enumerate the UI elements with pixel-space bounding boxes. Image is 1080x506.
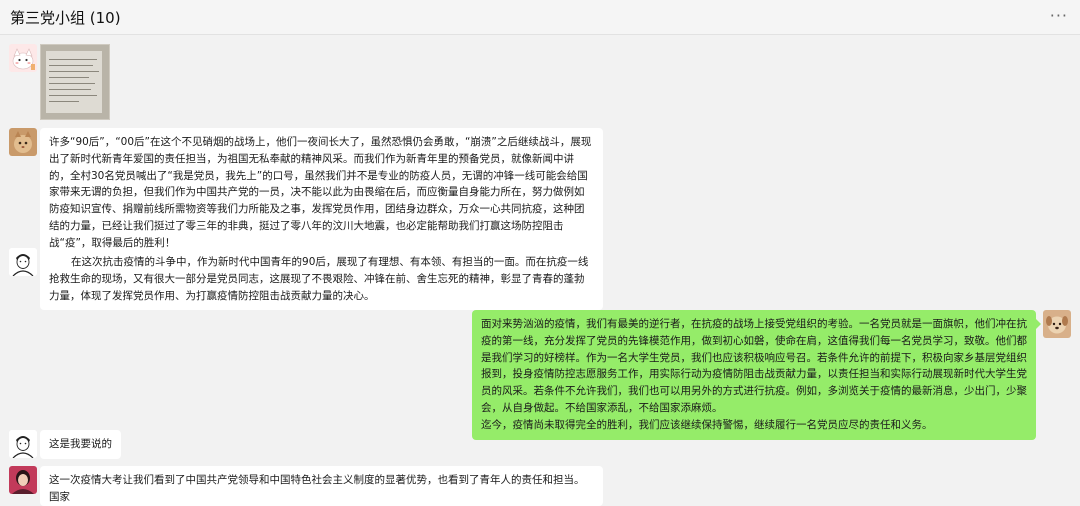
message-bubble-mine[interactable]: 面对来势汹汹的疫情，我们有最美的逆行者，在抗疫的战场上接受党组织的考验。一名党员… (472, 310, 1036, 440)
avatar[interactable] (9, 44, 37, 72)
dog-photo-avatar-icon (1043, 310, 1071, 338)
photo-text-line (49, 89, 91, 90)
cat-photo-avatar-icon (9, 128, 37, 156)
avatar[interactable] (9, 466, 37, 494)
photo-text-line (49, 65, 93, 66)
cat-cartoon-avatar-icon (9, 44, 37, 72)
message-text: 面对来势汹汹的疫情，我们有最美的逆行者，在抗疫的战场上接受党组织的考验。一名党员… (481, 318, 1027, 414)
avatar[interactable] (1043, 310, 1071, 338)
bubble-tail (1036, 319, 1041, 329)
more-options-icon[interactable]: ··· (1050, 6, 1068, 25)
photo-text-line (49, 95, 97, 96)
avatar[interactable] (9, 248, 37, 276)
message-text: 许多“90后”，“00后”在这个不见硝烟的战场上，他们一夜间长大了，虽然恐惧仍会… (49, 136, 592, 249)
sketch-portrait-avatar-icon (9, 248, 37, 276)
photo-text-line (49, 83, 95, 84)
message-bubble[interactable]: 这一次疫情大考让我们看到了中国共产党领导和中国特色社会主义制度的显著优势，也看到… (40, 466, 603, 506)
photo-text-line (49, 101, 79, 102)
message-bubble[interactable]: 在这次抗击疫情的斗争中，作为新时代中国青年的90后，展现了有理想、有本领、有担当… (40, 248, 603, 311)
photo-paper (46, 51, 102, 113)
message-bubble[interactable]: 许多“90后”，“00后”在这个不见硝烟的战场上，他们一夜间长大了，虽然恐惧仍会… (40, 128, 603, 258)
sketch-portrait-avatar-icon (9, 430, 37, 458)
message-text: 迄今，疫情尚未取得完全的胜利，我们应该继续保持警惕，继续履行一名党员应尽的责任和… (481, 418, 933, 431)
avatar[interactable] (9, 430, 37, 458)
photo-text-line (49, 71, 99, 72)
scrollbar[interactable] (1072, 34, 1080, 499)
message-bubble[interactable]: 这是我要说的 (40, 430, 121, 459)
avatar[interactable] (9, 128, 37, 156)
photo-text-line (49, 77, 89, 78)
handwritten-note-photo[interactable] (40, 44, 110, 120)
woman-photo-avatar-icon (9, 466, 37, 494)
message-text: 这是我要说的 (49, 438, 112, 450)
message-text: 在这次抗击疫情的斗争中，作为新时代中国青年的90后，展现了有理想、有本领、有担当… (49, 256, 589, 302)
chat-title: 第三党小组 (10) (10, 9, 121, 27)
photo-text-line (49, 59, 97, 60)
chat-header: 第三党小组 (10) ··· (0, 0, 1080, 35)
message-text: 这一次疫情大考让我们看到了中国共产党领导和中国特色社会主义制度的显著优势，也看到… (49, 474, 585, 503)
